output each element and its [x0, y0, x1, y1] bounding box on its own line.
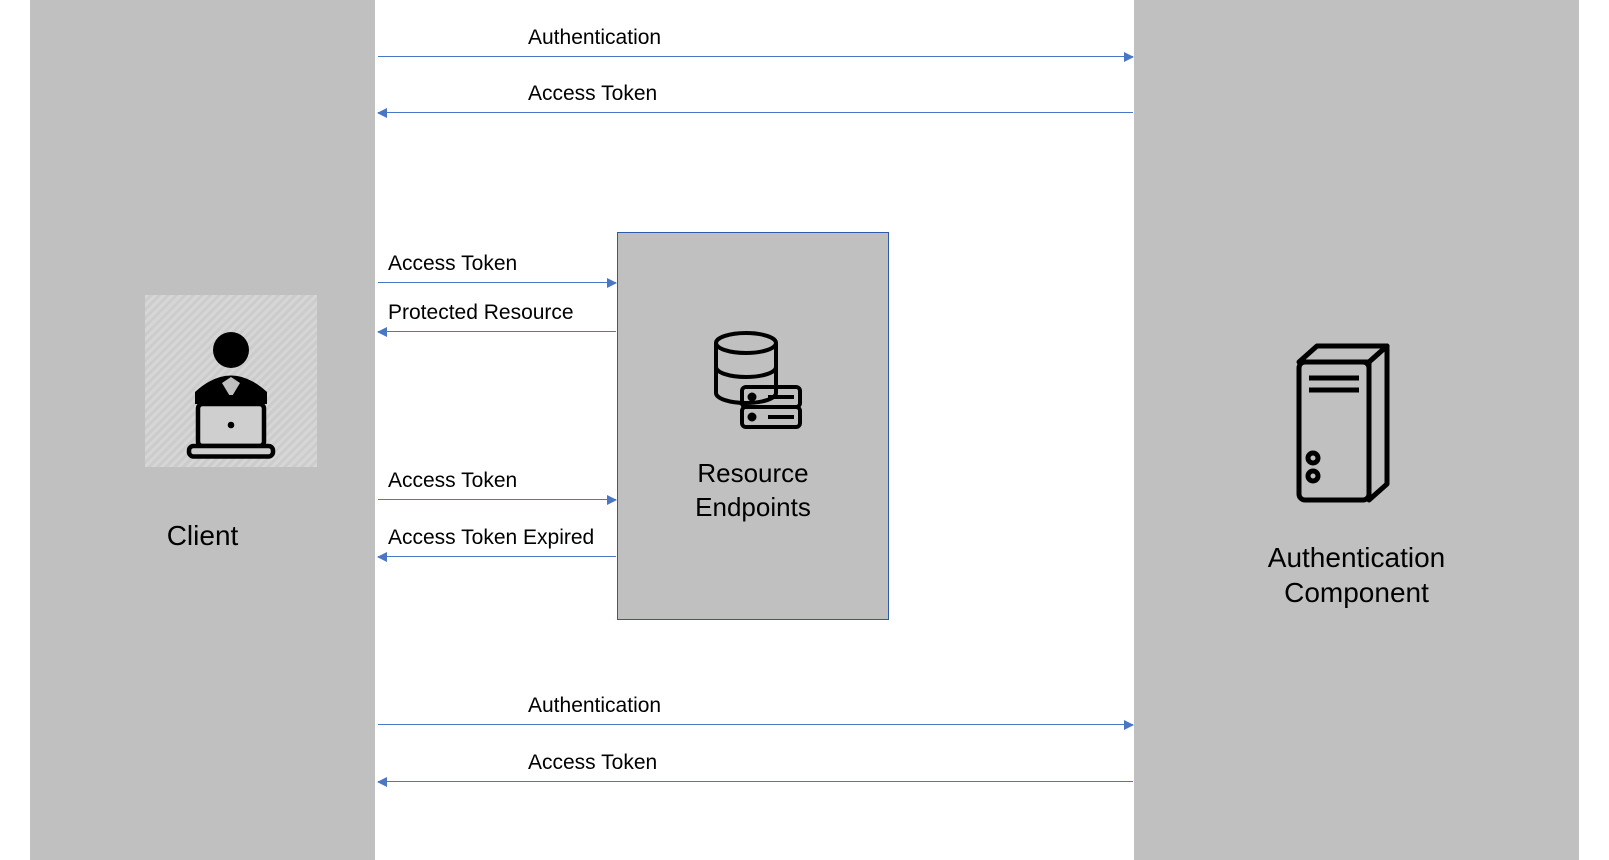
- auth-label-line1: Authentication: [1268, 542, 1445, 573]
- resource-endpoints-box: Resource Endpoints: [617, 232, 889, 620]
- database-server-icon: [698, 327, 808, 437]
- client-icon: [145, 295, 317, 467]
- label-authentication-2: Authentication: [528, 694, 661, 718]
- server-icon: [1289, 340, 1409, 510]
- resource-label-line1: Resource: [697, 458, 808, 488]
- arrow-access-token-expired: [378, 556, 616, 557]
- arrow-access-token-2: [378, 282, 616, 283]
- label-access-token-3: Access Token: [388, 469, 517, 493]
- arrow-access-token-3: [378, 499, 616, 500]
- arrow-access-token-1: [378, 112, 1133, 113]
- arrow-authentication-2: [378, 724, 1133, 725]
- label-access-token-1: Access Token: [528, 82, 657, 106]
- label-access-token-expired: Access Token Expired: [388, 526, 594, 550]
- auth-label-line2: Component: [1284, 577, 1429, 608]
- arrow-authentication-1: [378, 56, 1133, 57]
- client-label: Client: [30, 520, 375, 552]
- resource-label: Resource Endpoints: [695, 457, 811, 525]
- label-access-token-4: Access Token: [528, 751, 657, 775]
- label-protected-resource: Protected Resource: [388, 301, 574, 325]
- arrow-protected-resource: [378, 331, 616, 332]
- label-access-token-2: Access Token: [388, 252, 517, 276]
- resource-label-line2: Endpoints: [695, 492, 811, 522]
- label-authentication-1: Authentication: [528, 26, 661, 50]
- arrow-access-token-4: [378, 781, 1133, 782]
- auth-label: Authentication Component: [1134, 540, 1579, 610]
